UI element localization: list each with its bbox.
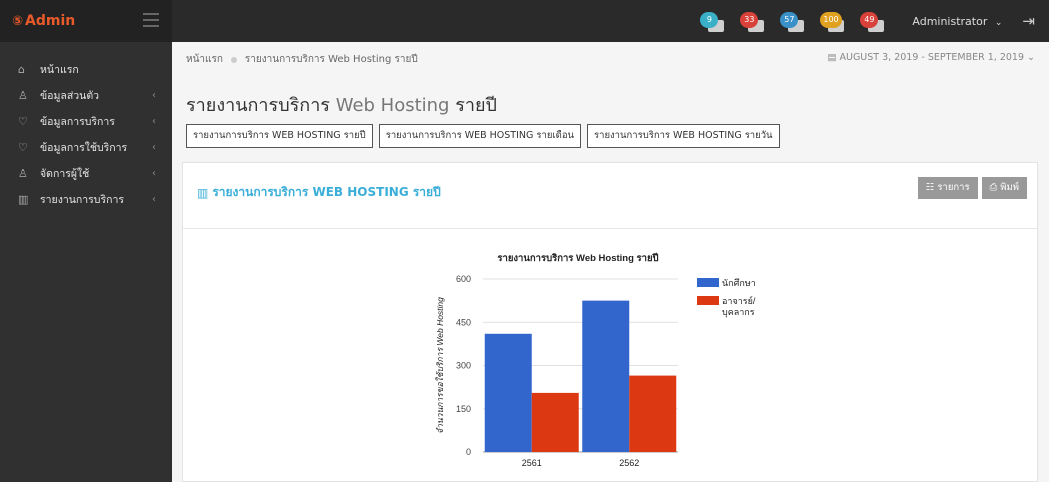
sidebar-item-reports[interactable]: ▥ รายงานการบริการ ‹: [0, 186, 172, 212]
sidebar-item-profile[interactable]: ♙ ข้อมูลส่วนตัว ‹: [0, 82, 172, 108]
users-icon: ♙: [18, 166, 28, 180]
bar-chart-icon: ▥: [197, 185, 209, 200]
sidebar-item-services[interactable]: ♡ ข้อมูลการบริการ ‹: [0, 108, 172, 134]
heart-icon: ♡: [18, 114, 28, 128]
breadcrumb-separator: [230, 56, 237, 63]
y-axis-label: จำนวนการขอใช้บริการ Web Hosting: [435, 297, 445, 434]
notification-mail[interactable]: 57: [780, 6, 810, 36]
legend-label: นักศึกษา: [722, 278, 756, 288]
page-title-part: รายปี: [455, 95, 497, 116]
user-menu[interactable]: Administrator ⌄: [912, 15, 1002, 28]
bar-2561-2: [531, 392, 579, 452]
notification-badge: 49: [860, 12, 879, 28]
panel-title: ▥ รายงานการบริการ WEB HOSTING รายปี: [197, 183, 441, 202]
breadcrumb-home[interactable]: หน้าแรก: [186, 52, 223, 67]
page-title: รายงานการบริการ Web Hosting รายปี: [186, 90, 497, 119]
legend-swatch: [697, 278, 719, 287]
sidebar-item-label: ข้อมูลส่วนตัว: [40, 89, 100, 102]
print-button[interactable]: ⎙ พิมพ์: [981, 177, 1027, 199]
panel-buttons: ☷ รายการ ⎙ พิมพ์: [914, 177, 1027, 199]
notification-users[interactable]: 49: [860, 6, 890, 36]
logout-icon[interactable]: ⇥: [1022, 12, 1035, 30]
notification-messages[interactable]: 9: [700, 6, 730, 36]
notification-badge: 100: [820, 12, 842, 28]
tab-yearly[interactable]: รายงานการบริการ WEB HOSTING รายปี: [186, 124, 373, 148]
chevron-left-icon: ‹: [152, 89, 156, 101]
user-name: Administrator: [912, 14, 988, 28]
notification-tasks[interactable]: 33: [740, 6, 770, 36]
sidebar: ⌂ หน้าแรก ♙ ข้อมูลส่วนตัว ‹ ♡ ข้อมูลการบ…: [0, 42, 172, 482]
bar-2562-1: [582, 300, 630, 452]
sidebar-item-label: รายงานการบริการ: [40, 193, 124, 206]
legend-label: บุคลากร: [722, 307, 755, 318]
bar-chart-icon: ▥: [18, 192, 29, 206]
notification-badge: 9: [700, 12, 719, 28]
menu-toggle-icon[interactable]: [143, 13, 159, 27]
page-title-part: Web Hosting: [335, 95, 450, 116]
bar-2562-2: [629, 375, 677, 452]
breadcrumb: หน้าแรก รายงานการบริการ Web Hosting รายป…: [186, 52, 418, 67]
user-icon: ♙: [18, 88, 28, 102]
chevron-left-icon: ‹: [152, 167, 156, 179]
legend-swatch: [697, 296, 719, 305]
chevron-down-icon: ⌄: [994, 17, 1003, 28]
date-range-picker[interactable]: ▤ AUGUST 3, 2019 - SEPTEMBER 1, 2019 ⌄: [828, 52, 1036, 63]
panel-title-text: รายงานการบริการ WEB HOSTING รายปี: [212, 185, 441, 199]
sidebar-item-label: ข้อมูลการบริการ: [40, 115, 115, 128]
sidebar-item-home[interactable]: ⌂ หน้าแรก: [0, 56, 172, 82]
y-tick-label: 150: [456, 404, 471, 414]
list-button[interactable]: ☷ รายการ: [917, 177, 978, 199]
sidebar-item-label: หน้าแรก: [40, 63, 79, 76]
page-title-part: รายงานการบริการ: [186, 95, 330, 116]
top-bar: ⑤ Admin 9 33 57 100 49 Administrator ⌄ ⇥: [0, 0, 1049, 42]
sidebar-item-label: ข้อมูลการใช้บริการ: [40, 141, 128, 154]
chevron-left-icon: ‹: [152, 141, 156, 153]
chevron-left-icon: ‹: [152, 115, 156, 127]
report-tabs: รายงานการบริการ WEB HOSTING รายปี รายงาน…: [186, 124, 786, 148]
x-tick-label: 2562: [619, 458, 639, 468]
home-icon: ⌂: [18, 62, 25, 76]
logo-icon: ⑤: [12, 13, 24, 29]
sidebar-item-users[interactable]: ♙ จัดการผู้ใช้ ‹: [0, 160, 172, 186]
y-tick-label: 300: [456, 361, 471, 371]
report-panel: ▥ รายงานการบริการ WEB HOSTING รายปี ☷ รา…: [182, 162, 1038, 482]
brand-name: Admin: [25, 13, 76, 29]
notification-badge: 33: [740, 12, 759, 28]
x-tick-label: 2561: [522, 458, 542, 468]
y-tick-label: 450: [456, 317, 471, 327]
y-tick-label: 600: [456, 274, 471, 284]
chevron-left-icon: ‹: [152, 193, 156, 205]
bar-2561-1: [484, 333, 532, 452]
notification-settings[interactable]: 100: [820, 6, 850, 36]
tab-monthly[interactable]: รายงานการบริการ WEB HOSTING รายเดือน: [378, 124, 582, 148]
breadcrumb-current: รายงานการบริการ Web Hosting รายปี: [244, 54, 418, 65]
main-content: หน้าแรก รายงานการบริการ Web Hosting รายป…: [172, 42, 1049, 482]
sidebar-item-usage[interactable]: ♡ ข้อมูลการใช้บริการ ‹: [0, 134, 172, 160]
notification-badge: 57: [780, 12, 799, 28]
tab-daily[interactable]: รายงานการบริการ WEB HOSTING รายวัน: [587, 124, 780, 148]
y-tick-label: 0: [466, 447, 471, 457]
bar-chart: รายงานการบริการ Web Hosting รายปี 0 150 300…: [435, 252, 756, 468]
heart-icon: ♡: [18, 140, 28, 154]
header-actions: 9 33 57 100 49 Administrator ⌄ ⇥: [700, 0, 1049, 42]
chart-title: รายงานการบริการ Web Hosting รายปี: [497, 252, 658, 264]
panel-header: ▥ รายงานการบริการ WEB HOSTING รายปี ☷ รา…: [183, 163, 1037, 229]
sidebar-item-label: จัดการผู้ใช้: [40, 167, 90, 180]
legend-label: อาจารย์/: [722, 295, 756, 306]
